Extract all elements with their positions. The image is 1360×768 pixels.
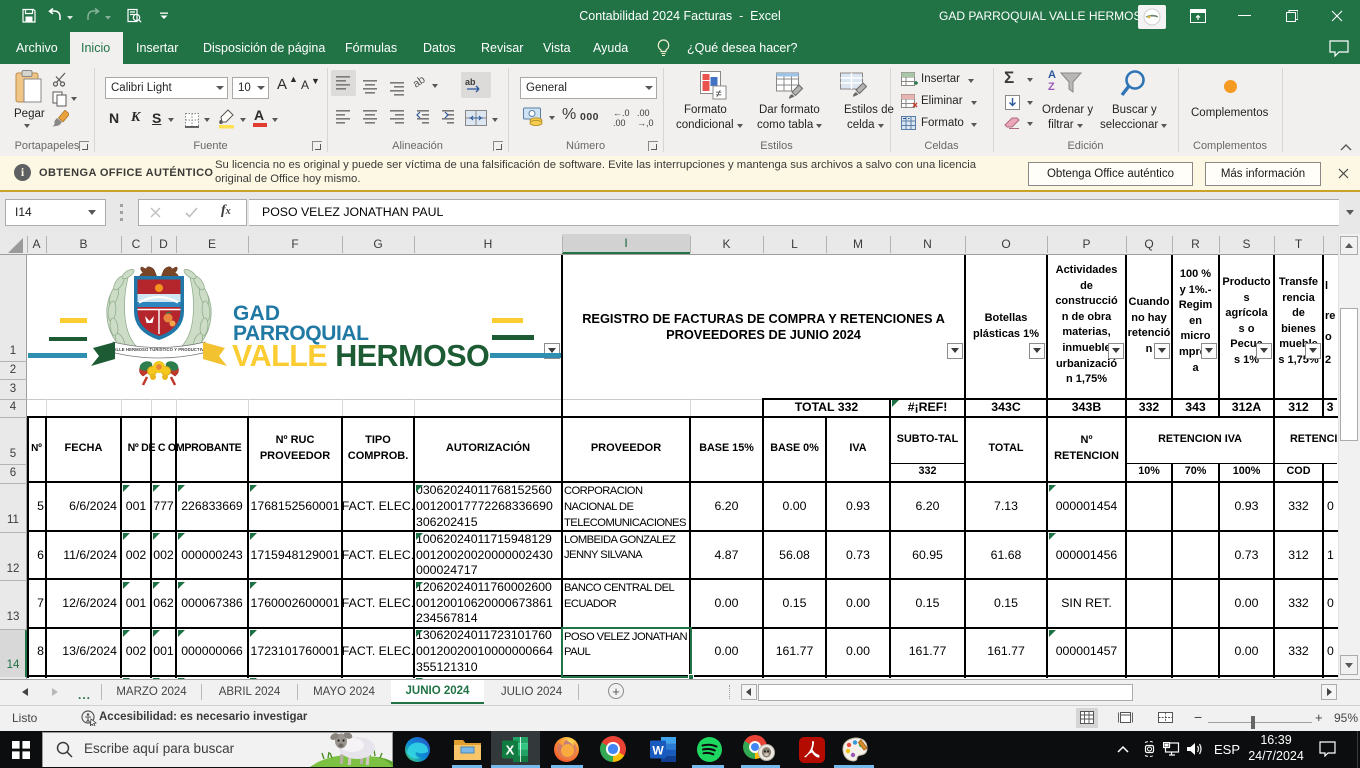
svg-text:VALLE HERMOSO TURISTICO Y PROD: VALLE HERMOSO TURISTICO Y PRODUCTIVO [111, 347, 208, 352]
svg-text:W: W [652, 744, 664, 758]
svg-text:X: X [506, 743, 515, 758]
